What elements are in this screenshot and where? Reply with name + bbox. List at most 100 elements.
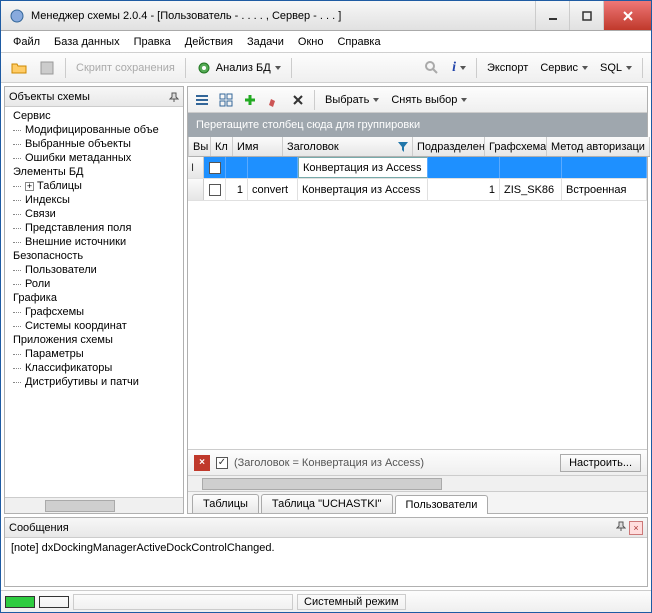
- tree-item[interactable]: Индексы: [9, 193, 179, 207]
- select-button[interactable]: Выбрать: [321, 92, 383, 108]
- tab-tables[interactable]: Таблицы: [192, 494, 259, 513]
- export-button[interactable]: Экспорт: [483, 60, 532, 76]
- tree-item[interactable]: Представления поля: [9, 221, 179, 235]
- tree-hscrollbar[interactable]: [5, 497, 183, 513]
- grid-body[interactable]: I Конвертация из Access 1: [188, 157, 647, 449]
- statusbar: Системный режим: [1, 590, 651, 612]
- grid-icon: [219, 93, 233, 107]
- col-scheme[interactable]: Графсхема: [485, 137, 547, 156]
- row-indicator: I: [188, 157, 204, 178]
- view-grid-button[interactable]: [216, 90, 236, 110]
- analyze-db-button[interactable]: Анализ БД: [192, 58, 285, 78]
- tree-item[interactable]: Внешние источники: [9, 235, 179, 249]
- tree-item[interactable]: Роли: [9, 277, 179, 291]
- tree-item[interactable]: Пользователи: [9, 263, 179, 277]
- tree-node-apps[interactable]: Приложения схемы: [9, 333, 179, 347]
- expand-icon[interactable]: +: [25, 182, 34, 191]
- col-key[interactable]: Кл: [211, 137, 233, 156]
- tree-item[interactable]: Дистрибутивы и патчи: [9, 375, 179, 389]
- save-script-button[interactable]: Скрипт сохранения: [72, 60, 179, 76]
- tree-item[interactable]: Ошибки метаданных: [9, 151, 179, 165]
- objects-tree[interactable]: Сервис Модифицированные объе Выбранные о…: [5, 107, 183, 497]
- sql-button[interactable]: SQL: [596, 60, 636, 76]
- menu-edit[interactable]: Правка: [128, 34, 177, 50]
- tree-item[interactable]: Модифицированные объе: [9, 123, 179, 137]
- menu-file[interactable]: Файл: [7, 34, 46, 50]
- tree-item[interactable]: Выбранные объекты: [9, 137, 179, 151]
- cell-auth: Встроенная: [562, 179, 647, 200]
- menu-actions[interactable]: Действия: [179, 34, 239, 50]
- floppy-icon: [39, 60, 55, 76]
- pin-icon[interactable]: [616, 521, 626, 531]
- tree-item[interactable]: Системы координат: [9, 319, 179, 333]
- add-button[interactable]: [240, 90, 260, 110]
- grid-panel: Выбрать Снять выбор Перетащите столбец с…: [187, 86, 648, 514]
- tree-node-service[interactable]: Сервис: [9, 109, 179, 123]
- bottom-tabs: Таблицы Таблица "UCHASTKI" Пользователи: [188, 491, 647, 513]
- tree-item[interactable]: Классификаторы: [9, 361, 179, 375]
- messages-panel: Сообщения × [note] dxDockingManagerActiv…: [4, 517, 648, 587]
- search-button[interactable]: [420, 58, 444, 78]
- tree-node-graphics[interactable]: Графика: [9, 291, 179, 305]
- tab-users[interactable]: Пользователи: [395, 495, 489, 514]
- minimize-button[interactable]: [535, 1, 569, 30]
- row-checkbox[interactable]: [209, 162, 221, 174]
- group-by-box[interactable]: Перетащите столбец сюда для группировки: [188, 113, 647, 137]
- service-button[interactable]: Сервис: [536, 60, 592, 76]
- table-row-edit[interactable]: I Конвертация из Access: [188, 157, 647, 179]
- filter-icon[interactable]: [398, 142, 408, 152]
- status-led-green: [5, 596, 35, 608]
- pin-icon[interactable]: [169, 92, 179, 102]
- tree-node-dbelems[interactable]: Элементы БД: [9, 165, 179, 179]
- row-indicator: [188, 179, 204, 200]
- menu-help[interactable]: Справка: [331, 34, 386, 50]
- grid-hscrollbar[interactable]: [188, 475, 647, 491]
- menu-db[interactable]: База данных: [48, 34, 126, 50]
- info-button[interactable]: i: [448, 58, 470, 78]
- objects-panel-title: Объекты схемы: [9, 91, 90, 103]
- open-button[interactable]: [7, 58, 31, 78]
- deselect-button[interactable]: Снять выбор: [387, 92, 471, 108]
- grid-header: Вы Кл Имя Заголовок Подразделен Графсхем…: [189, 137, 650, 157]
- status-mode: Системный режим: [297, 594, 406, 610]
- filter-bar: × (Заголовок = Конвертация из Access) На…: [188, 449, 647, 475]
- plus-icon: [243, 93, 257, 107]
- menu-window[interactable]: Окно: [292, 34, 330, 50]
- info-icon: i: [452, 60, 456, 76]
- messages-title: Сообщения: [9, 522, 69, 534]
- tree-item-tables[interactable]: +Таблицы: [9, 179, 179, 193]
- x-icon: [291, 93, 305, 107]
- cell-key: 1: [226, 179, 248, 200]
- titlebar: Менеджер схемы 2.0.4 - [Пользователь - .…: [1, 1, 651, 31]
- view-list-button[interactable]: [192, 90, 212, 110]
- tree-item[interactable]: Параметры: [9, 347, 179, 361]
- table-row[interactable]: 1 convert Конвертация из Access 1 ZIS_SK…: [188, 179, 647, 201]
- row-checkbox[interactable]: [209, 184, 221, 196]
- col-title[interactable]: Заголовок: [283, 137, 413, 156]
- tree-node-security[interactable]: Безопасность: [9, 249, 179, 263]
- tree-item[interactable]: Связи: [9, 207, 179, 221]
- close-button[interactable]: [603, 1, 651, 30]
- col-auth[interactable]: Метод авторизаци: [547, 137, 650, 156]
- clear-filter-button[interactable]: ×: [194, 455, 210, 471]
- messages-body[interactable]: [note] dxDockingManagerActiveDockControl…: [5, 538, 647, 586]
- delete-button[interactable]: [288, 90, 308, 110]
- col-dept[interactable]: Подразделен: [413, 137, 485, 156]
- svg-text:I: I: [191, 162, 194, 174]
- col-check[interactable]: Вы: [189, 137, 211, 156]
- edit-button[interactable]: [264, 90, 284, 110]
- col-name[interactable]: Имя: [233, 137, 283, 156]
- filter-enable-checkbox[interactable]: [216, 457, 228, 469]
- save-button[interactable]: [35, 58, 59, 78]
- tree-item[interactable]: Графсхемы: [9, 305, 179, 319]
- cell-scheme: ZIS_SK86: [500, 179, 562, 200]
- tab-table-uchastki[interactable]: Таблица "UCHASTKI": [261, 494, 393, 513]
- messages-close-button[interactable]: ×: [629, 521, 643, 535]
- customize-filter-button[interactable]: Настроить...: [560, 454, 641, 472]
- menu-tasks[interactable]: Задачи: [241, 34, 290, 50]
- menubar: Файл База данных Правка Действия Задачи …: [1, 31, 651, 53]
- cell-title-edit[interactable]: Конвертация из Access: [298, 157, 428, 178]
- maximize-button[interactable]: [569, 1, 603, 30]
- cell-dept: 1: [428, 179, 500, 200]
- search-icon: [424, 60, 440, 76]
